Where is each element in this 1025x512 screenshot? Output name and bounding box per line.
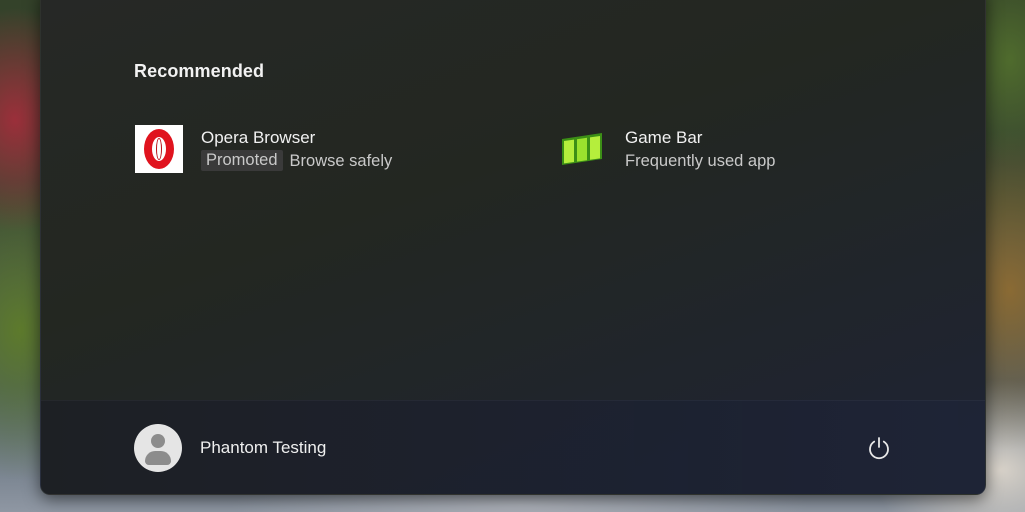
user-name: Phantom Testing [200,438,327,457]
power-icon [869,437,889,460]
opera-icon [135,125,183,173]
start-menu-panel: Recommended Opera Browser Promoted Brows… [40,0,986,495]
power-button[interactable] [851,424,907,472]
user-account-button[interactable]: Phantom Testing [134,424,336,472]
recommended-item-opera[interactable]: Opera Browser Promoted Browse safely [135,123,392,175]
avatar-icon [134,424,182,472]
recommended-heading: Recommended [134,61,265,81]
game-bar-icon [559,125,607,173]
recommended-item-game-bar[interactable]: Game Bar Frequently used app [559,123,775,175]
recommended-item-subtitle: Browse safely [289,151,393,170]
recommended-item-title: Game Bar [625,127,703,147]
promoted-badge: Promoted [201,150,283,171]
recommended-item-subtitle: Frequently used app [625,151,776,170]
start-footer: Phantom Testing [41,400,985,494]
recommended-item-title: Opera Browser [201,127,316,147]
